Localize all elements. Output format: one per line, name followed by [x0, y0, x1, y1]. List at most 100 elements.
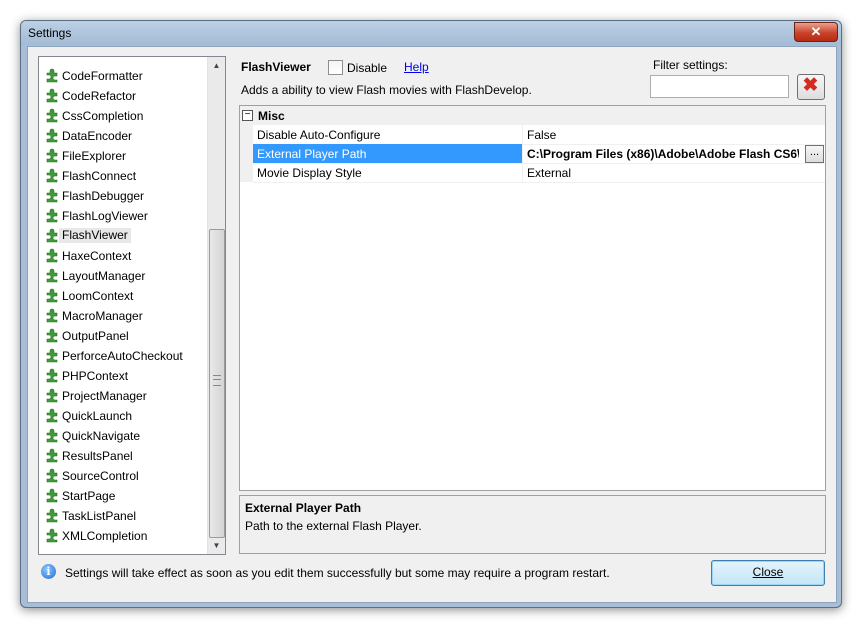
puzzle-icon: [45, 148, 60, 163]
browse-ellipsis-button[interactable]: ...: [805, 145, 824, 163]
puzzle-icon: [45, 208, 60, 223]
puzzle-icon: [45, 468, 60, 483]
help-link[interactable]: Help: [404, 60, 429, 74]
scroll-down-arrow-icon[interactable]: ▼: [208, 537, 225, 554]
puzzle-icon: [45, 68, 60, 83]
clear-filter-button[interactable]: ✖: [797, 74, 825, 100]
puzzle-icon: [45, 268, 60, 283]
plugin-list-item[interactable]: FlashConnect: [45, 166, 205, 186]
property-description-pane: External Player Path Path to the externa…: [239, 495, 826, 554]
plugin-list-item-label: LoomContext: [62, 289, 134, 303]
plugin-list-item-label: CssCompletion: [62, 109, 144, 123]
plugin-list-item-label: DataEncoder: [62, 129, 133, 143]
filter-input[interactable]: [650, 75, 789, 98]
plugin-list-item[interactable]: DataEncoder: [45, 126, 205, 146]
category-row-misc[interactable]: − Misc: [240, 106, 825, 125]
plugin-list-item[interactable]: XMLCompletion: [45, 526, 205, 546]
property-row[interactable]: External Player Path C:\Program Files (x8…: [253, 144, 825, 164]
property-name-cell[interactable]: Disable Auto-Configure: [253, 125, 523, 144]
plugin-list-item[interactable]: FileExplorer: [45, 146, 205, 166]
plugin-list-item-label: QuickNavigate: [62, 429, 141, 443]
plugin-description: Adds a ability to view Flash movies with…: [241, 83, 532, 97]
restart-notice: Settings will take effect as soon as you…: [65, 566, 610, 580]
property-description-title: External Player Path: [245, 501, 362, 515]
grid-margin: [240, 125, 253, 182]
close-button[interactable]: Close: [711, 560, 825, 586]
filter-label: Filter settings:: [653, 58, 728, 72]
property-value[interactable]: False: [527, 128, 799, 142]
plugin-list-item[interactable]: SourceControl: [45, 466, 205, 486]
plugin-list-item[interactable]: FlashDebugger: [45, 186, 205, 206]
puzzle-icon: [45, 128, 60, 143]
plugin-list-item-label: FlashConnect: [62, 169, 137, 183]
plugin-list-item-label: ProjectManager: [62, 389, 147, 403]
plugin-list-item-label: FlashViewer: [59, 228, 131, 243]
property-name: Disable Auto-Configure: [257, 128, 381, 142]
puzzle-icon: [45, 168, 60, 183]
plugin-list-item[interactable]: LayoutManager: [45, 266, 205, 286]
property-row[interactable]: Movie Display Style External: [253, 163, 825, 183]
collapse-icon[interactable]: −: [242, 110, 253, 121]
plugin-list-item-label: LayoutManager: [62, 269, 146, 283]
plugin-list-scrollbar[interactable]: ▲ ▼: [207, 57, 225, 554]
plugin-list-item[interactable]: PerforceAutoCheckout: [45, 346, 205, 366]
close-button-label: Close: [752, 565, 784, 579]
disable-checkbox[interactable]: [328, 60, 343, 75]
title-bar[interactable]: Settings ✕: [21, 21, 841, 45]
property-name-cell[interactable]: External Player Path: [253, 144, 523, 163]
puzzle-icon: [45, 508, 60, 523]
plugin-list-item[interactable]: QuickNavigate: [45, 426, 205, 446]
plugin-list-item-label: CodeRefactor: [62, 89, 137, 103]
plugin-list-item[interactable]: CssCompletion: [45, 106, 205, 126]
plugin-list-item-label: HaxeContext: [62, 249, 132, 263]
puzzle-icon: [45, 528, 60, 543]
puzzle-icon: [45, 428, 60, 443]
property-name: External Player Path: [257, 147, 367, 161]
scroll-up-arrow-icon[interactable]: ▲: [208, 57, 225, 74]
plugin-list-item[interactable]: FlashLogViewer: [45, 206, 205, 226]
plugin-list-item[interactable]: StartPage: [45, 486, 205, 506]
property-grid[interactable]: − Misc Disable Auto-Configure False Extern…: [239, 105, 826, 491]
property-name: Movie Display Style: [257, 166, 362, 180]
plugin-list-item[interactable]: OutputPanel: [45, 326, 205, 346]
window-title: Settings: [28, 26, 72, 40]
property-value[interactable]: External: [527, 166, 799, 180]
plugin-list-item[interactable]: QuickLaunch: [45, 406, 205, 426]
plugin-list-item-label: PerforceAutoCheckout: [62, 349, 183, 363]
puzzle-icon: [45, 488, 60, 503]
property-name-cell[interactable]: Movie Display Style: [253, 163, 523, 182]
plugin-list-item[interactable]: ResultsPanel: [45, 446, 205, 466]
property-value[interactable]: C:\Program Files (x86)\Adobe\Adobe Flash…: [527, 147, 799, 161]
plugin-list-item[interactable]: CodeRefactor: [45, 86, 205, 106]
plugin-list-item-label: FlashDebugger: [62, 189, 145, 203]
puzzle-icon: [45, 408, 60, 423]
disable-label[interactable]: Disable: [347, 61, 387, 75]
plugin-list-item[interactable]: PHPContext: [45, 366, 205, 386]
plugin-list-item[interactable]: LoomContext: [45, 286, 205, 306]
puzzle-icon: [45, 108, 60, 123]
plugin-list-item[interactable]: MacroManager: [45, 306, 205, 326]
plugin-list-item[interactable]: CodeFormatter: [45, 66, 205, 86]
plugin-list-item[interactable]: ProjectManager: [45, 386, 205, 406]
puzzle-icon: [45, 288, 60, 303]
puzzle-icon: [45, 248, 60, 263]
plugin-list-item-label: QuickLaunch: [62, 409, 133, 423]
puzzle-icon: [45, 228, 60, 243]
scrollbar-grip-icon: [213, 375, 221, 386]
plugin-list-item-label: StartPage: [62, 489, 116, 503]
puzzle-icon: [45, 448, 60, 463]
plugin-list-item[interactable]: FlashViewer: [45, 226, 205, 246]
window-close-button[interactable]: ✕: [794, 22, 838, 42]
puzzle-icon: [45, 188, 60, 203]
puzzle-icon: [45, 348, 60, 363]
settings-window: Settings ✕ CodeFormatter CodeRefactor CssC…: [20, 20, 842, 608]
settings-client-area: CodeFormatter CodeRefactor CssCompletion Da…: [27, 46, 837, 603]
property-row[interactable]: Disable Auto-Configure False: [253, 125, 825, 145]
plugin-list-item[interactable]: HaxeContext: [45, 246, 205, 266]
plugin-title: FlashViewer: [241, 60, 311, 74]
plugin-list[interactable]: CodeFormatter CodeRefactor CssCompletion Da…: [38, 56, 226, 555]
property-description-text: Path to the external Flash Player.: [245, 519, 422, 533]
scrollbar-thumb[interactable]: [209, 229, 225, 538]
plugin-list-item[interactable]: TaskListPanel: [45, 506, 205, 526]
plugin-list-item-label: SourceControl: [62, 469, 139, 483]
